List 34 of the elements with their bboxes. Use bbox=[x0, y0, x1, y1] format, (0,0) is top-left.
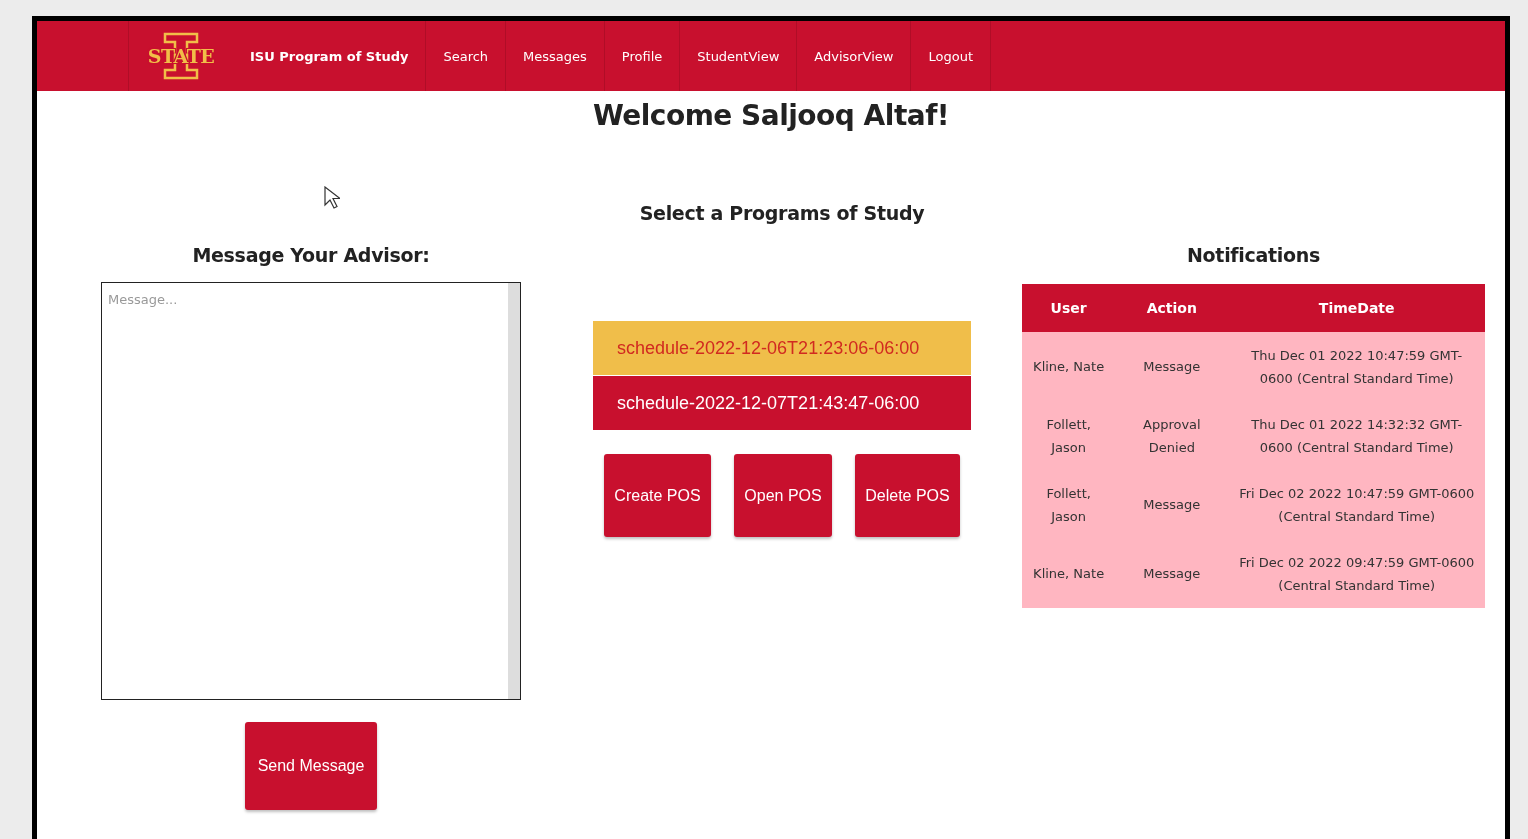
table-cell: Kline, Nate bbox=[1022, 332, 1116, 401]
brand-link[interactable]: ISU Program of Study bbox=[233, 21, 427, 91]
pos-button[interactable]: Delete POS bbox=[855, 454, 960, 537]
message-field[interactable]: Message... bbox=[101, 282, 521, 700]
schedule-item[interactable]: schedule-2022-12-07T21:43:47-06:00 bbox=[593, 376, 971, 430]
section-heading: Message Your Advisor: bbox=[192, 244, 430, 266]
table-cell: Follett, Jason bbox=[1022, 401, 1116, 470]
column-header: TimeDate bbox=[1228, 284, 1485, 332]
nav-link[interactable]: AdvisorView bbox=[797, 21, 912, 91]
pointer-icon bbox=[324, 186, 340, 210]
section-heading: Notifications bbox=[1187, 244, 1320, 266]
nav-link[interactable]: Profile bbox=[604, 21, 681, 91]
table-cell: Approval Denied bbox=[1115, 401, 1229, 470]
column-header: User bbox=[1022, 284, 1116, 332]
pos-button[interactable]: Open POS bbox=[734, 454, 832, 537]
table-cell: Fri Dec 02 2022 09:47:59 GMT-0600 (Central Standard Time) bbox=[1228, 539, 1485, 608]
page-title: Welcome Saljooq Altaf! bbox=[591, 99, 951, 132]
schedule-item[interactable]: schedule-2022-12-06T21:23:06-06:00 bbox=[593, 321, 971, 375]
table-cell: Thu Dec 01 2022 14:32:32 GMT-0600 (Central Standard Time) bbox=[1228, 401, 1485, 470]
table-cell: Kline, Nate bbox=[1022, 539, 1116, 608]
pos-button[interactable]: Create POS bbox=[604, 454, 711, 537]
table-cell: Follett, Jason bbox=[1022, 470, 1116, 539]
nav-link[interactable]: Messages bbox=[506, 21, 605, 91]
table-cell: Message bbox=[1115, 332, 1229, 401]
section-heading: Select a Programs of Study bbox=[639, 202, 925, 224]
nav-link[interactable]: StudentView bbox=[680, 21, 798, 91]
table-cell: Message bbox=[1115, 470, 1229, 539]
table-cell: Fri Dec 02 2022 10:47:59 GMT-0600 (Central Standard Time) bbox=[1228, 470, 1485, 539]
table-cell: Message bbox=[1115, 539, 1229, 608]
nav-link[interactable]: Logout bbox=[911, 21, 991, 91]
send-message-button[interactable]: Send Message bbox=[245, 722, 377, 810]
column-header: Action bbox=[1115, 284, 1229, 332]
table-cell: Thu Dec 01 2022 10:47:59 GMT-0600 (Central Standard Time) bbox=[1228, 332, 1485, 401]
nav-link[interactable]: Search bbox=[426, 21, 507, 91]
